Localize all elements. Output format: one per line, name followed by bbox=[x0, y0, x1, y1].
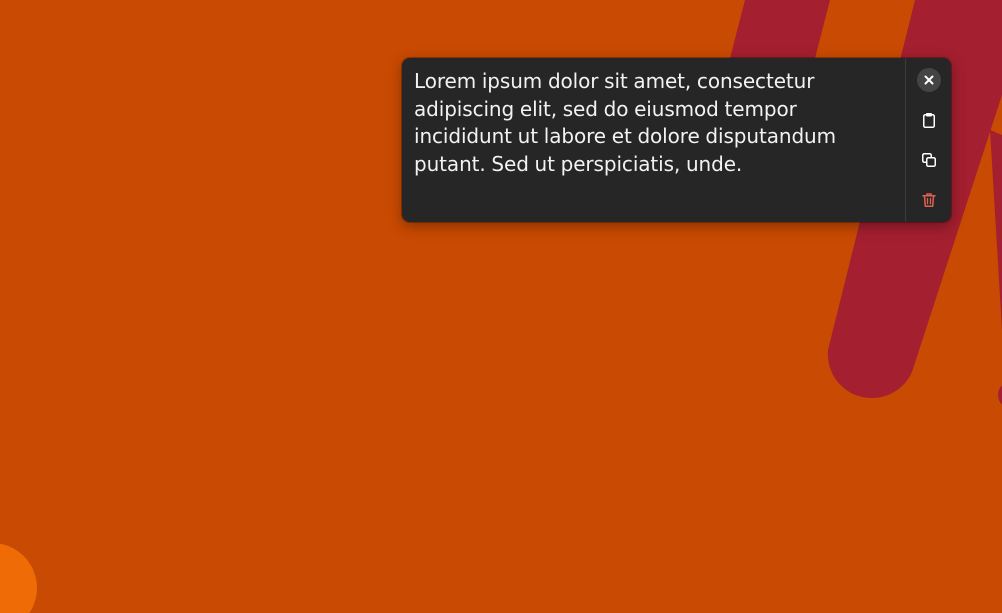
copy-icon bbox=[922, 153, 936, 167]
clipboard-note-card: Lorem ipsum dolor sit amet, consectetur … bbox=[402, 58, 951, 222]
trash-icon bbox=[922, 193, 936, 207]
paste-button[interactable] bbox=[917, 108, 941, 132]
close-icon bbox=[924, 75, 934, 85]
copy-button[interactable] bbox=[917, 148, 941, 172]
close-button[interactable] bbox=[917, 68, 941, 92]
note-text[interactable]: Lorem ipsum dolor sit amet, consectetur … bbox=[414, 68, 894, 212]
note-action-bar bbox=[905, 58, 951, 222]
clipboard-paste-icon bbox=[923, 113, 935, 128]
delete-button[interactable] bbox=[917, 188, 941, 212]
